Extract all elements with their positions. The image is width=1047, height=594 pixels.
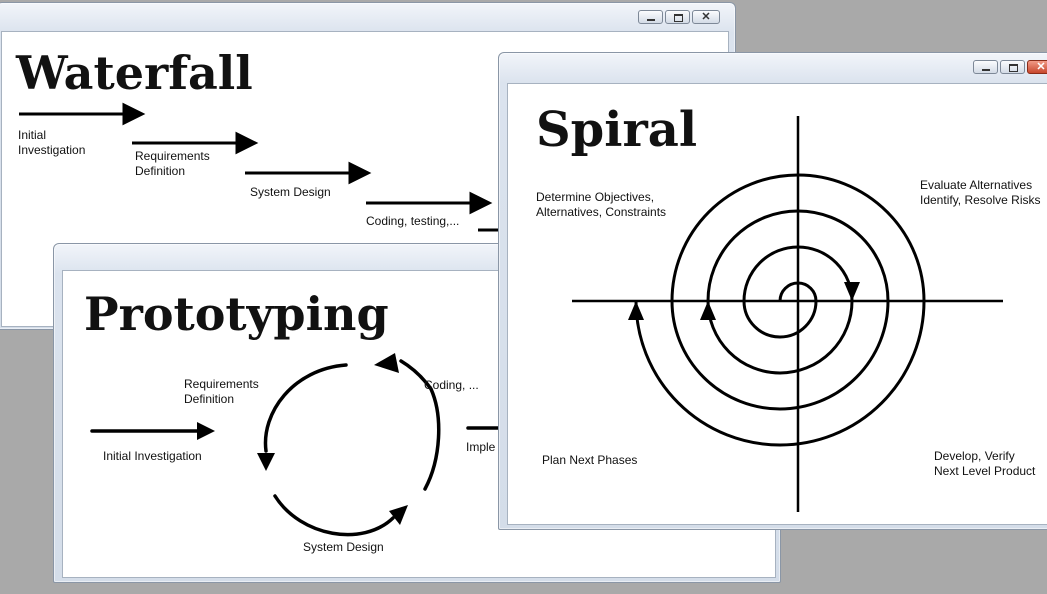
waterfall-arrowhead-3 bbox=[348, 161, 372, 185]
waterfall-step-design: System Design bbox=[250, 185, 331, 199]
waterfall-step-requirements-line1: Requirements bbox=[135, 149, 210, 163]
minimize-button[interactable] bbox=[638, 10, 663, 24]
close-icon: ✕ bbox=[701, 10, 711, 23]
waterfall-step-initial: Initial Investigation bbox=[18, 128, 85, 158]
spiral-arrowhead-1 bbox=[844, 282, 860, 301]
spiral-label-top-right-line1: Evaluate Alternatives bbox=[920, 178, 1033, 192]
waterfall-step-initial-line1: Initial bbox=[18, 128, 47, 142]
waterfall-step-requirements: Requirements Definition bbox=[135, 149, 210, 179]
waterfall-step-coding: Coding, testing,... bbox=[366, 214, 460, 228]
waterfall-window-controls: ✕ bbox=[638, 10, 720, 24]
close-button[interactable]: ✕ bbox=[1027, 60, 1047, 74]
close-button[interactable]: ✕ bbox=[692, 10, 720, 24]
spiral-arrowhead-3 bbox=[628, 301, 644, 320]
prototyping-label-requirements-line1: Requirements bbox=[184, 377, 259, 391]
spiral-window: ✕ Spiral Determine Objectives, Alternati… bbox=[498, 52, 1047, 530]
spiral-label-top-left: Determine Objectives, Alternatives, Cons… bbox=[536, 190, 666, 220]
maximize-button[interactable] bbox=[665, 10, 690, 24]
waterfall-arrowhead-1 bbox=[122, 102, 146, 126]
spiral-label-bottom-right-line2: Next Level Product bbox=[934, 464, 1036, 478]
waterfall-arrowhead-2 bbox=[235, 131, 259, 155]
minimize-button[interactable] bbox=[973, 60, 998, 74]
prototyping-label-impl: Imple bbox=[466, 440, 496, 454]
prototyping-label-design: System Design bbox=[303, 540, 384, 554]
spiral-label-top-right: Evaluate Alternatives Identify, Resolve … bbox=[920, 178, 1041, 208]
spiral-window-controls: ✕ bbox=[973, 60, 1047, 74]
spiral-label-bottom-right: Develop, Verify Next Level Product bbox=[934, 449, 1035, 479]
spiral-label-bottom-right-line1: Develop, Verify bbox=[934, 449, 1015, 463]
waterfall-step-initial-line2: Investigation bbox=[18, 143, 86, 157]
spiral-label-top-right-line2: Identify, Resolve Risks bbox=[920, 193, 1041, 207]
prototyping-label-requirements-line2: Definition bbox=[184, 392, 235, 406]
prototyping-arc-bottom bbox=[273, 494, 395, 537]
prototyping-label-initial: Initial Investigation bbox=[103, 449, 202, 463]
spiral-content: Spiral Determine Objectives, Alternative… bbox=[507, 83, 1047, 525]
spiral-label-top-left-line1: Determine Objectives, bbox=[536, 190, 655, 204]
prototyping-arrowhead-right bbox=[374, 353, 399, 373]
spiral-label-bottom-left: Plan Next Phases bbox=[542, 453, 638, 467]
prototyping-label-coding: Coding, ... bbox=[424, 378, 479, 392]
prototyping-arc-left bbox=[263, 363, 348, 453]
prototyping-arrowhead-bottom bbox=[389, 505, 408, 525]
prototyping-arrowhead-left bbox=[257, 453, 275, 471]
maximize-button[interactable] bbox=[1000, 60, 1025, 74]
prototyping-arrowhead-initial bbox=[197, 422, 215, 440]
waterfall-step-requirements-line2: Definition bbox=[135, 164, 186, 178]
waterfall-arrowhead-4 bbox=[469, 191, 493, 215]
spiral-curve bbox=[634, 173, 926, 447]
prototyping-label-requirements: Requirements Definition bbox=[184, 377, 259, 407]
close-icon: ✕ bbox=[1036, 60, 1046, 73]
spiral-arrowhead-2 bbox=[700, 301, 716, 320]
spiral-label-top-left-line2: Alternatives, Constraints bbox=[536, 205, 667, 219]
